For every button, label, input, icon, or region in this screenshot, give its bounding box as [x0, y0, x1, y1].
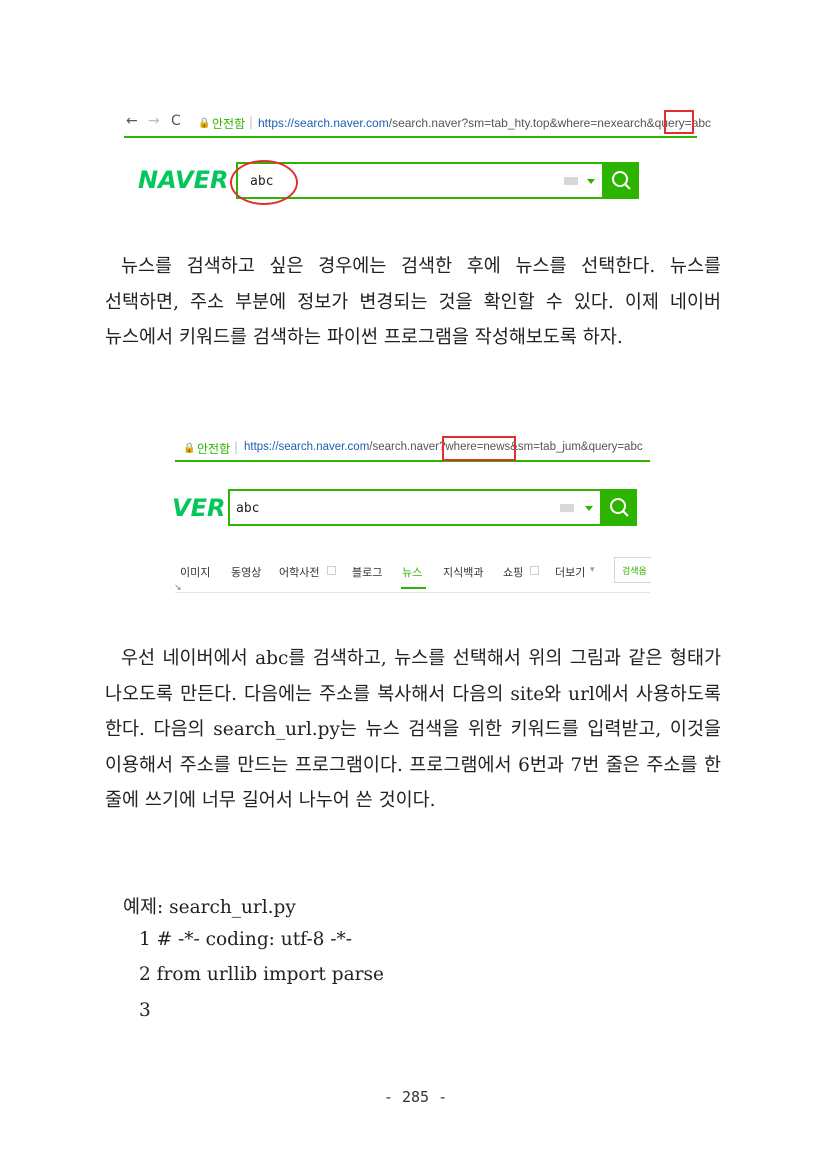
- chevron-down-icon[interactable]: [587, 179, 595, 184]
- code-line-1: 1 # -*- coding: utf-8 -*-: [139, 929, 352, 950]
- search-icon: [610, 498, 629, 517]
- secure-label: 안전함: [212, 117, 246, 131]
- search-input-value-2: abc: [236, 501, 260, 516]
- url-path-2: /search.naver?: [369, 441, 446, 453]
- tab-blog[interactable]: 블로그: [352, 564, 382, 580]
- url-host: https://search.naver.com: [258, 116, 389, 130]
- query-highlight-box: [664, 110, 694, 134]
- chevron-down-icon: ▾: [590, 565, 595, 575]
- code-line-2: 2 from urllib import parse: [139, 964, 384, 985]
- paragraph-2: 우선 네이버에서 abc를 검색하고, 뉴스를 선택해서 위의 그림과 같은 형…: [105, 648, 721, 811]
- reload-icon[interactable]: C: [171, 113, 181, 129]
- naver-logo-partial[interactable]: VER: [172, 494, 225, 522]
- resize-arrow-icon: ↘: [174, 583, 182, 593]
- chevron-down-icon[interactable]: [585, 506, 593, 511]
- lock-icon: 🔒: [183, 443, 196, 454]
- search-options-label: 검색옵: [622, 567, 647, 577]
- url-query: abc: [691, 116, 712, 130]
- keyboard-icon[interactable]: [560, 504, 574, 512]
- search-options-button[interactable]: 검색옵: [614, 557, 651, 583]
- address-separator-2: |: [234, 440, 239, 454]
- tab-images[interactable]: 이미지: [180, 564, 210, 580]
- tab-dictionary[interactable]: 어학사전: [279, 564, 319, 580]
- paragraph-1: 뉴스를 검색하고 싶은 경우에는 검색한 후에 뉴스를 선택한다. 뉴스를 선택…: [105, 256, 721, 348]
- page-number: - 285 -: [383, 1088, 448, 1106]
- secure-label-2: 안전함: [197, 442, 231, 456]
- search-highlight-ellipse: [230, 160, 298, 205]
- url-rest: &sm=tab_jum&query=abc: [510, 441, 643, 453]
- tab-news[interactable]: 뉴스: [402, 564, 422, 580]
- naver-logo[interactable]: NAVER: [138, 166, 228, 194]
- where-news-highlight-box: [442, 436, 516, 461]
- keyboard-icon[interactable]: [564, 177, 578, 185]
- address-url[interactable]: https://search.naver.com/search.naver?sm…: [258, 116, 711, 130]
- external-link-icon: [327, 566, 336, 575]
- tab-videos[interactable]: 동영상: [231, 564, 261, 580]
- active-tab-indicator: [401, 587, 426, 589]
- external-link-icon: [530, 566, 539, 575]
- tab-shopping[interactable]: 쇼핑: [503, 564, 523, 580]
- example-title: 예제: search_url.py: [123, 897, 296, 918]
- search-icon: [612, 171, 631, 190]
- url-path: /search.naver?sm=tab_hty.top&where=nexea…: [388, 116, 692, 130]
- url-host-2: https://search.naver.com: [244, 441, 370, 453]
- tab-divider: [175, 592, 650, 593]
- search-button[interactable]: [604, 162, 639, 199]
- search-input-2[interactable]: [228, 489, 602, 526]
- code-line-3: 3: [139, 1000, 151, 1021]
- search-button-2[interactable]: [602, 489, 637, 526]
- back-arrow-icon[interactable]: ←: [126, 113, 138, 129]
- lock-icon: 🔒: [198, 118, 211, 129]
- tab-more[interactable]: 더보기: [555, 564, 585, 580]
- tab-encyclopedia[interactable]: 지식백과: [443, 564, 483, 580]
- address-separator: |: [249, 115, 254, 129]
- forward-arrow-icon[interactable]: →: [148, 113, 160, 129]
